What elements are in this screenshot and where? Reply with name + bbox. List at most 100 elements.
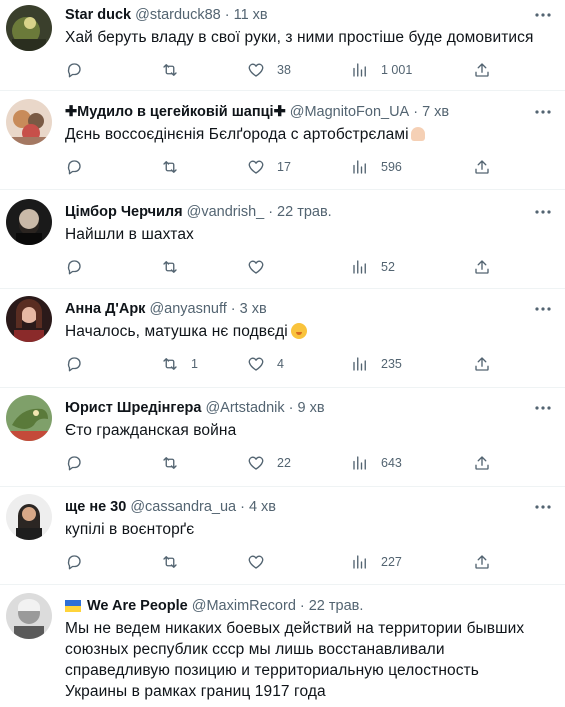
views-button[interactable]: 227 <box>351 550 402 574</box>
retweet-button[interactable] <box>161 550 179 574</box>
display-name[interactable]: Анна Д'Арк <box>65 300 145 318</box>
reply-button[interactable] <box>65 255 83 279</box>
user-handle[interactable]: @MagnitoFon_UA <box>290 103 410 121</box>
tweet[interactable]: Юрист Шредінгера @Artstadnik · 9 хв Єто … <box>0 388 565 487</box>
tweet[interactable]: Цімбор Черчиля @vandrish_ · 22 трав. Най… <box>0 190 565 289</box>
separator-dot: · <box>240 499 245 515</box>
share-button[interactable] <box>473 352 491 376</box>
share-button[interactable] <box>473 155 491 179</box>
tweet-header: Юрист Шредінгера @Artstadnik · 9 хв <box>65 399 553 417</box>
views-button[interactable]: 1 001 <box>351 58 412 82</box>
user-handle[interactable]: @vandrish_ <box>187 203 265 221</box>
separator-dot: · <box>268 204 274 220</box>
user-handle[interactable]: @MaximRecord <box>192 597 296 615</box>
avatar[interactable] <box>6 494 52 540</box>
tweet[interactable]: ✚Мудило в цегейковій шапці✚ @MagnitoFon_… <box>0 91 565 190</box>
ukraine-flag-icon <box>65 600 81 612</box>
view-count: 596 <box>381 160 402 174</box>
tweet[interactable]: Star duck @starduck88 · 11 хв Хай беруть… <box>0 0 565 91</box>
display-name[interactable]: Цімбор Черчиля <box>65 203 183 221</box>
avatar[interactable] <box>6 5 52 51</box>
view-count: 1 001 <box>381 63 413 77</box>
timestamp[interactable]: 7 хв <box>422 103 449 121</box>
avatar[interactable] <box>6 99 52 145</box>
retweet-icon <box>161 454 179 472</box>
views-icon <box>351 553 369 571</box>
display-name[interactable]: ✚Мудило в цегейковій шапці✚ <box>65 103 286 121</box>
share-button[interactable] <box>473 550 491 574</box>
tweet-text: Єто гражданская война <box>65 422 237 439</box>
views-button[interactable]: 643 <box>351 451 402 475</box>
tweet[interactable]: We Are People @MaximRecord · 22 трав. Мы… <box>0 585 565 707</box>
like-icon <box>247 258 265 276</box>
views-button[interactable]: 235 <box>351 352 402 376</box>
retweet-button[interactable] <box>161 58 179 82</box>
separator-dot: · <box>288 400 294 416</box>
action-bar: 17 596 <box>65 155 553 179</box>
user-handle[interactable]: @starduck88 <box>135 6 221 24</box>
more-icon[interactable] <box>531 6 555 24</box>
hand-over-mouth-face-icon <box>290 323 307 339</box>
views-button[interactable]: 52 <box>351 255 395 279</box>
more-icon[interactable] <box>531 399 555 417</box>
more-icon[interactable] <box>531 203 555 221</box>
share-button[interactable] <box>473 58 491 82</box>
like-icon <box>247 355 265 373</box>
display-name[interactable]: Юрист Шредінгера <box>65 399 201 417</box>
like-count: 38 <box>277 63 291 77</box>
separator-dot: · <box>224 7 230 23</box>
like-icon <box>247 61 265 79</box>
more-icon[interactable] <box>531 498 555 516</box>
reply-button[interactable] <box>65 352 83 376</box>
retweet-count: 1 <box>191 357 198 371</box>
tweet[interactable]: Анна Д'Арк @anyasnuff · 3 хв Началось, м… <box>0 289 565 388</box>
views-button[interactable]: 596 <box>351 155 402 179</box>
views-icon <box>351 158 369 176</box>
timestamp[interactable]: 9 хв <box>297 399 324 417</box>
share-button[interactable] <box>473 451 491 475</box>
display-name[interactable]: We Are People <box>87 597 188 615</box>
display-name[interactable]: Star duck <box>65 6 131 24</box>
timestamp[interactable]: 4 хв <box>249 498 276 516</box>
reply-icon <box>65 258 83 276</box>
avatar[interactable] <box>6 296 52 342</box>
display-name[interactable]: ще не 30 <box>65 498 126 516</box>
user-handle[interactable]: @anyasnuff <box>149 300 226 318</box>
like-icon <box>247 158 265 176</box>
user-handle[interactable]: @cassandra_ua <box>130 498 236 516</box>
like-button[interactable]: 38 <box>247 58 291 82</box>
like-button[interactable] <box>247 255 265 279</box>
avatar[interactable] <box>6 199 52 245</box>
avatar[interactable] <box>6 395 52 441</box>
retweet-button[interactable]: 1 <box>161 352 198 376</box>
share-icon <box>473 258 491 276</box>
reply-button[interactable] <box>65 451 83 475</box>
timestamp[interactable]: 22 трав. <box>309 597 364 615</box>
reply-button[interactable] <box>65 155 83 179</box>
retweet-button[interactable] <box>161 155 179 179</box>
more-icon[interactable] <box>531 300 555 318</box>
user-handle[interactable]: @Artstadnik <box>205 399 284 417</box>
like-button[interactable]: 4 <box>247 352 284 376</box>
reply-button[interactable] <box>65 550 83 574</box>
tweet-text: Хай беруть владу в свої руки, з ними про… <box>65 29 534 46</box>
timestamp[interactable]: 22 трав. <box>277 203 332 221</box>
separator-dot: · <box>299 598 305 614</box>
tweet-text: Найшли в шахтах <box>65 226 194 243</box>
tweet[interactable]: ще не 30 @cassandra_ua · 4 хв купілі в в… <box>0 487 565 585</box>
reply-icon <box>65 61 83 79</box>
separator-dot: · <box>413 104 419 120</box>
avatar[interactable] <box>6 593 52 639</box>
share-button[interactable] <box>473 255 491 279</box>
retweet-button[interactable] <box>161 451 179 475</box>
reply-button[interactable] <box>65 58 83 82</box>
like-button[interactable] <box>247 550 265 574</box>
timestamp[interactable]: 3 хв <box>240 300 267 318</box>
retweet-button[interactable] <box>161 255 179 279</box>
like-count: 22 <box>277 456 291 470</box>
action-bar: 52 <box>65 255 553 279</box>
like-button[interactable]: 17 <box>247 155 291 179</box>
like-button[interactable]: 22 <box>247 451 291 475</box>
more-icon[interactable] <box>531 103 555 121</box>
timestamp[interactable]: 11 хв <box>234 6 268 24</box>
